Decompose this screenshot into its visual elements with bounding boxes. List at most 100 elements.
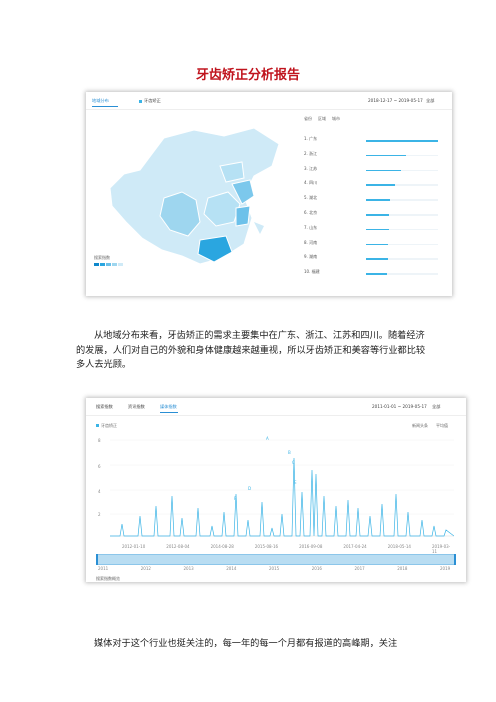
series-legend: 牙齿矫正 xyxy=(144,98,161,103)
range-slider-handle-right[interactable] xyxy=(454,554,456,565)
y-tick: 6 xyxy=(98,464,101,469)
year-tick: 2014 xyxy=(226,566,237,571)
overview-title: 搜索指数概览 xyxy=(96,576,120,581)
year-tick: 2017 xyxy=(354,566,365,571)
ranking-label: 10. 福建 xyxy=(304,269,320,275)
china-map xyxy=(109,127,280,265)
active-tab-underline xyxy=(92,106,118,107)
ranking-row: 1. 广东 xyxy=(304,136,440,146)
ranking-label: 7. 山东 xyxy=(304,224,318,230)
tab-search-index[interactable]: 搜索指数 xyxy=(96,404,113,410)
ranking-bar xyxy=(366,184,395,186)
ranking-bar-track xyxy=(366,258,438,260)
media-index-screenshot: 搜索指数 资讯指数 媒体指数 2011-01-01 ~ 2019-05-17 全… xyxy=(86,398,466,582)
ranking-bar-track xyxy=(366,273,438,275)
ranking-bar xyxy=(366,258,388,260)
ranking-bar xyxy=(366,169,401,172)
annotation-marker[interactable]: B xyxy=(288,450,291,455)
annotation-marker[interactable]: E xyxy=(294,480,297,485)
ranking-row: 9. 湖南 xyxy=(304,254,440,264)
x-tick: 2012-08-04 xyxy=(166,544,190,549)
legend-dot xyxy=(96,424,99,427)
active-tab-underline xyxy=(160,412,178,413)
subtab-province[interactable]: 省份 xyxy=(304,116,312,122)
ranking-bar-track xyxy=(366,199,438,201)
subtab-region[interactable]: 区域 xyxy=(318,116,326,122)
header-divider xyxy=(86,109,452,110)
ranking-row: 2. 浙江 xyxy=(304,151,440,161)
option-news-headline[interactable]: 新闻头条 xyxy=(412,423,428,429)
ranking-bar-track xyxy=(366,154,438,157)
series-legend: 牙齿矫正 xyxy=(101,423,117,428)
annotation-marker[interactable]: C xyxy=(292,460,295,465)
header-divider xyxy=(86,415,466,416)
legend-title: 搜索指数 xyxy=(94,255,110,260)
regional-distribution-screenshot: 地域分布 牙齿矫正 2018-12-17 ~ 2019-05-17 全部 省份 … xyxy=(86,92,452,296)
ranking-label: 5. 湖北 xyxy=(304,195,318,201)
ranking-bar-track xyxy=(366,169,438,172)
ranking-row: 7. 山东 xyxy=(304,225,440,235)
ranking-label: 9. 湖南 xyxy=(304,254,318,260)
ranking-bar-track xyxy=(366,214,438,216)
ranking-bar xyxy=(366,273,387,275)
ranking-bar xyxy=(366,199,390,201)
year-tick: 2016 xyxy=(311,566,322,571)
year-tick: 2019 xyxy=(440,566,451,571)
x-tick: 2019-03-11 xyxy=(432,544,451,554)
range-slider[interactable] xyxy=(96,554,456,565)
ranking-label: 2. 浙江 xyxy=(304,150,318,156)
media-index-line-chart xyxy=(110,439,454,537)
x-tick: 2018-05-14 xyxy=(387,544,411,549)
legend-dot xyxy=(139,100,142,103)
date-range[interactable]: 2018-12-17 ~ 2019-05-17 xyxy=(368,98,423,103)
slider-year-ticks: 2011 2012 2013 2014 2015 2016 2017 2018 2019 xyxy=(96,566,454,572)
ranking-label: 3. 江苏 xyxy=(304,165,318,171)
year-tick: 2018 xyxy=(397,566,408,571)
y-tick: 8 xyxy=(98,438,101,443)
x-tick: 2012-01-10 xyxy=(122,544,146,549)
ranking-row: 5. 湖北 xyxy=(304,195,440,205)
ranking-bar xyxy=(366,140,438,142)
tab-media-index[interactable]: 媒体指数 xyxy=(160,404,177,410)
ranking-label: 1. 广东 xyxy=(304,136,318,141)
y-tick: 2 xyxy=(98,512,101,517)
ranking-label: 8. 河南 xyxy=(304,239,318,245)
document-title: 牙齿矫正分析报告 xyxy=(195,68,300,83)
option-average[interactable]: 平均值 xyxy=(436,423,448,429)
ranking-row: 8. 河南 xyxy=(304,240,440,250)
paragraph-regional: 从地域分布来看，牙齿矫正的需求主要集中在广东、浙江、江苏和四川。随着经济的发展，… xyxy=(76,330,426,371)
ranking-bar xyxy=(366,228,390,231)
x-axis-ticks: 2012-01-10 2012-08-04 2014-08-28 2015-08-16… xyxy=(110,544,454,554)
ranking-bar-track xyxy=(366,140,438,142)
x-tick: 2014-08-28 xyxy=(210,544,234,549)
ranking-bar xyxy=(366,154,406,157)
tab-regional[interactable]: 地域分布 xyxy=(92,98,109,104)
annotation-marker[interactable]: A xyxy=(266,436,269,441)
paragraph-media: 媒体对于这个行业也挺关注的，每一年的每一个月都有报道的高峰期，关注 xyxy=(94,638,398,650)
ranking-row: 10. 福建 xyxy=(304,269,440,279)
year-tick: 2012 xyxy=(140,566,151,571)
ranking-row: 3. 江苏 xyxy=(304,166,440,176)
annotation-marker[interactable]: F xyxy=(234,496,236,501)
ranking-label: 4. 四川 xyxy=(304,180,318,186)
x-tick: 2017-04-24 xyxy=(343,544,367,549)
annotation-marker[interactable]: D xyxy=(248,486,251,491)
map-color-legend xyxy=(94,263,123,266)
tab-news-index[interactable]: 资讯指数 xyxy=(128,404,145,410)
device-select[interactable]: 全部 xyxy=(432,404,440,410)
ranking-bar-track xyxy=(366,228,438,231)
ranking-bar xyxy=(366,214,390,216)
x-tick: 2016-09-08 xyxy=(299,544,323,549)
subtab-city[interactable]: 城市 xyxy=(332,116,340,122)
ranking-bar-track xyxy=(366,243,438,246)
y-tick: 4 xyxy=(98,489,101,494)
range-slider-handle-left[interactable] xyxy=(96,554,98,565)
year-tick: 2011 xyxy=(98,566,109,571)
year-tick: 2013 xyxy=(183,566,194,571)
date-range[interactable]: 2011-01-01 ~ 2019-05-17 xyxy=(372,404,427,409)
x-tick: 2015-08-16 xyxy=(254,544,279,549)
device-select[interactable]: 全部 xyxy=(426,98,434,104)
ranking-bar-track xyxy=(366,184,438,186)
ranking-row: 4. 四川 xyxy=(304,180,440,190)
ranking-bar xyxy=(366,243,389,246)
